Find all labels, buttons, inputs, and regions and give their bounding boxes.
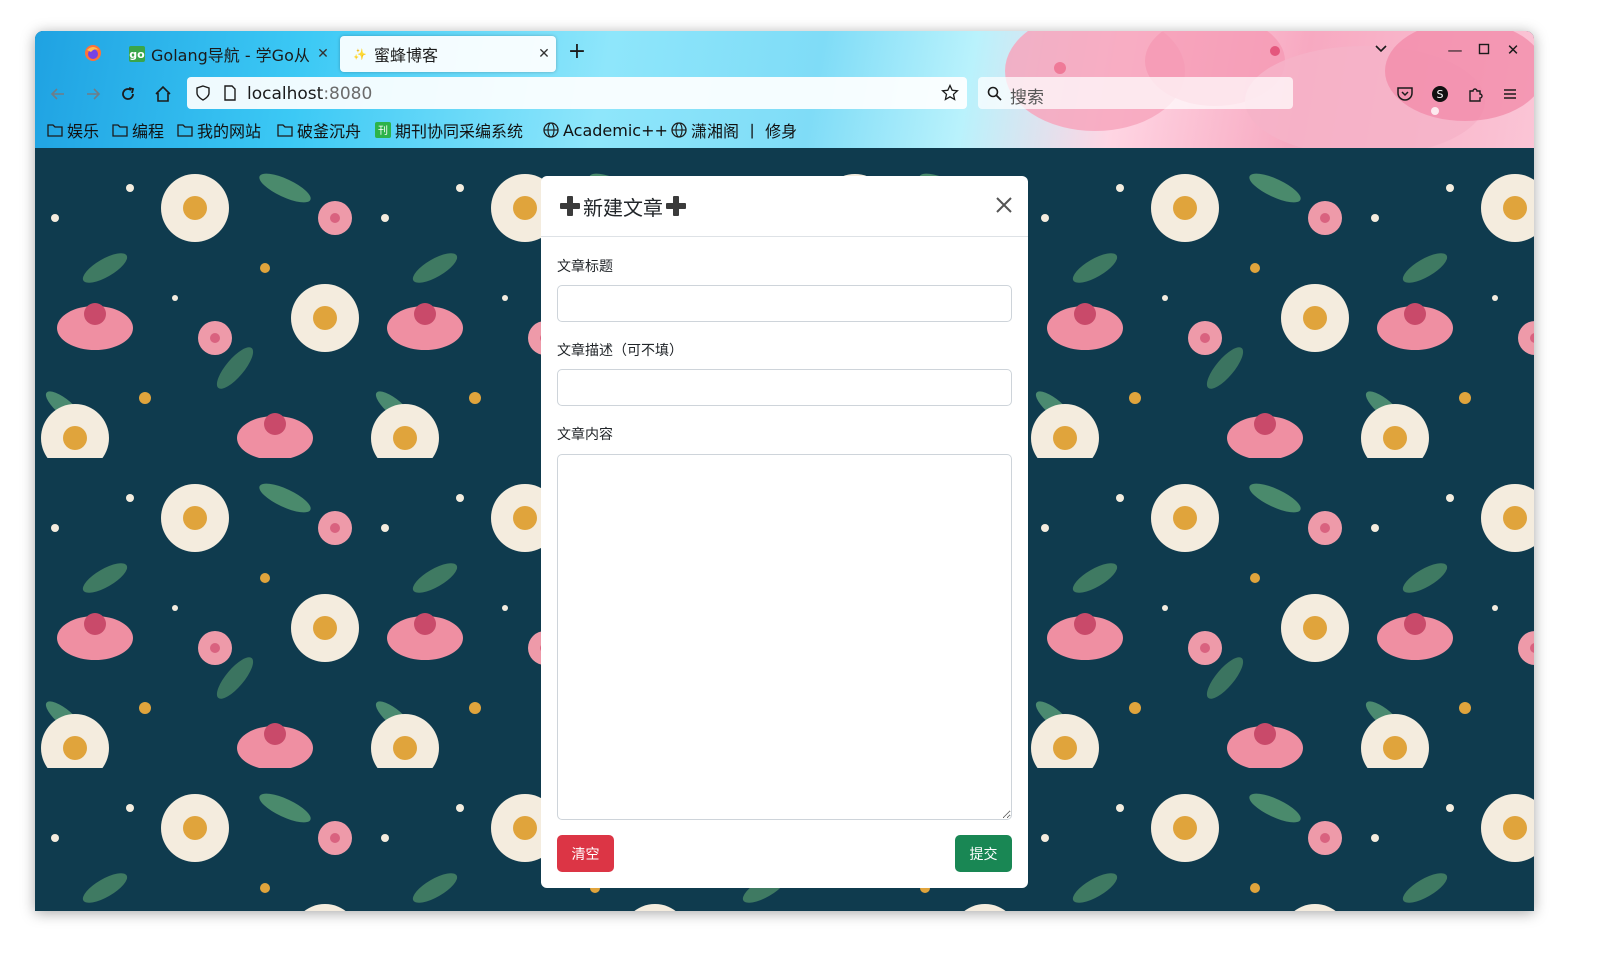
globe-icon xyxy=(543,122,559,138)
new-article-modal: 新建文章 文章标题 文章描述（可不填） 文章内容 清空 提交 xyxy=(541,176,1028,888)
home-button[interactable] xyxy=(150,81,176,107)
plus-icon xyxy=(665,195,687,217)
tab-bee-blog[interactable]: ✨ 蜜蜂博客 ✕ xyxy=(340,36,556,72)
journal-icon: 刊 xyxy=(375,122,391,138)
bookmark-journal-system[interactable]: 刊 期刊协同采编系统 xyxy=(375,119,523,141)
browser-window: go Golang导航 - 学Go从 ✕ ✨ 蜜蜂博客 ✕ + — ✕ loca… xyxy=(35,31,1534,911)
maximize-button[interactable] xyxy=(1472,41,1496,63)
account-button[interactable]: S xyxy=(1427,81,1453,107)
bookmark-label: 期刊协同采编系统 xyxy=(395,122,524,141)
folder-icon xyxy=(177,123,193,137)
content-textarea[interactable] xyxy=(557,454,1012,820)
bookmark-folder-pofu[interactable]: 破釜沉舟 xyxy=(277,119,361,141)
bookmark-label: 娱乐 xyxy=(67,122,100,141)
browser-chrome: go Golang导航 - 学Go从 ✕ ✨ 蜜蜂博客 ✕ + — ✕ loca… xyxy=(35,31,1534,148)
folder-icon xyxy=(47,123,63,137)
tab-golang-nav[interactable]: go Golang导航 - 学Go从 ✕ xyxy=(117,36,335,72)
bookmark-label: 编程 xyxy=(132,122,165,141)
arrow-left-icon xyxy=(50,88,64,100)
clear-button[interactable]: 清空 xyxy=(557,835,614,872)
tab-bar: go Golang导航 - 学Go从 ✕ ✨ 蜜蜂博客 ✕ + — ✕ xyxy=(35,31,1534,73)
url-bar[interactable]: localhost:8080 xyxy=(187,77,967,109)
hamburger-icon xyxy=(1504,89,1516,99)
modal-title-text: 新建文章 xyxy=(583,195,663,220)
url-host: localhost xyxy=(247,84,324,104)
maximize-icon xyxy=(1478,43,1490,55)
pocket-icon xyxy=(1397,87,1413,101)
bookmark-label: 破釜沉舟 xyxy=(297,122,362,141)
forward-button[interactable] xyxy=(80,81,106,107)
close-icon xyxy=(996,197,1012,213)
modal-close-button[interactable] xyxy=(992,193,1016,217)
tab-title: Golang导航 - 学Go从 xyxy=(151,46,310,65)
account-avatar-icon: S xyxy=(1432,86,1448,102)
globe-icon xyxy=(671,122,687,138)
bookmark-folder-my-site[interactable]: 我的网站 xyxy=(177,119,261,141)
page-content: 新建文章 文章标题 文章描述（可不填） 文章内容 清空 提交 xyxy=(35,148,1534,911)
reload-icon xyxy=(122,87,135,100)
svg-text:刊: 刊 xyxy=(378,125,388,137)
title-input[interactable] xyxy=(557,285,1012,322)
search-icon xyxy=(987,86,1002,101)
plus-icon xyxy=(559,195,581,217)
submit-button[interactable]: 提交 xyxy=(955,835,1012,872)
close-icon[interactable]: ✕ xyxy=(311,46,335,62)
modal-header: 新建文章 xyxy=(541,176,1028,237)
description-label: 文章描述（可不填） xyxy=(557,343,683,359)
puzzle-icon xyxy=(1469,88,1483,102)
bookmark-folder-biancheng[interactable]: 编程 xyxy=(112,119,164,141)
close-icon[interactable]: ✕ xyxy=(532,46,556,62)
list-all-tabs-button[interactable] xyxy=(1369,41,1393,63)
url-port: :8080 xyxy=(323,84,373,104)
bookmark-academic[interactable]: Academic++ xyxy=(543,119,668,141)
tab-title: 蜜蜂博客 xyxy=(374,46,439,65)
window-close-button[interactable]: ✕ xyxy=(1501,41,1525,63)
back-button[interactable] xyxy=(45,81,71,107)
shield-icon[interactable] xyxy=(195,85,211,101)
go-icon: go xyxy=(129,46,145,62)
bookmark-folder-yule[interactable]: 娱乐 xyxy=(47,119,99,141)
search-placeholder: 搜索 xyxy=(1010,88,1044,108)
firefox-icon xyxy=(85,45,101,61)
pocket-button[interactable] xyxy=(1392,81,1418,107)
modal-title: 新建文章 xyxy=(557,192,689,221)
url-text[interactable]: localhost:8080 xyxy=(247,84,372,104)
extensions-button[interactable] xyxy=(1463,81,1489,107)
nav-bar: localhost:8080 搜索 S xyxy=(35,73,1534,113)
title-label: 文章标题 xyxy=(557,259,613,275)
folder-icon xyxy=(277,123,293,137)
minimize-button[interactable]: — xyxy=(1443,41,1467,63)
arrow-right-icon xyxy=(87,88,101,100)
bookmark-label: 我的网站 xyxy=(197,122,262,141)
sparkle-icon: ✨ xyxy=(353,47,367,61)
menu-button[interactable] xyxy=(1497,81,1523,107)
star-icon[interactable] xyxy=(941,84,959,102)
reload-button[interactable] xyxy=(115,81,141,107)
bookmark-label: Academic++ xyxy=(563,120,668,140)
home-icon xyxy=(155,85,171,102)
firefox-view-button[interactable] xyxy=(75,41,111,65)
chevron-down-icon xyxy=(1375,45,1387,53)
bookmark-xiaoxiangge[interactable]: 潇湘阁 丨 修身 xyxy=(671,119,797,141)
search-bar[interactable]: 搜索 xyxy=(978,77,1293,109)
folder-icon xyxy=(112,123,128,137)
description-input[interactable] xyxy=(557,369,1012,406)
bookmark-label: 潇湘阁 丨 修身 xyxy=(691,122,798,141)
svg-text:S: S xyxy=(1437,88,1444,101)
bookmarks-toolbar: 娱乐 编程 我的网站 破釜沉舟 刊 期刊协同采编系统 Academic++ 潇湘… xyxy=(35,115,1534,145)
new-tab-button[interactable]: + xyxy=(565,41,589,65)
content-label: 文章内容 xyxy=(557,427,613,443)
page-icon xyxy=(224,85,236,101)
